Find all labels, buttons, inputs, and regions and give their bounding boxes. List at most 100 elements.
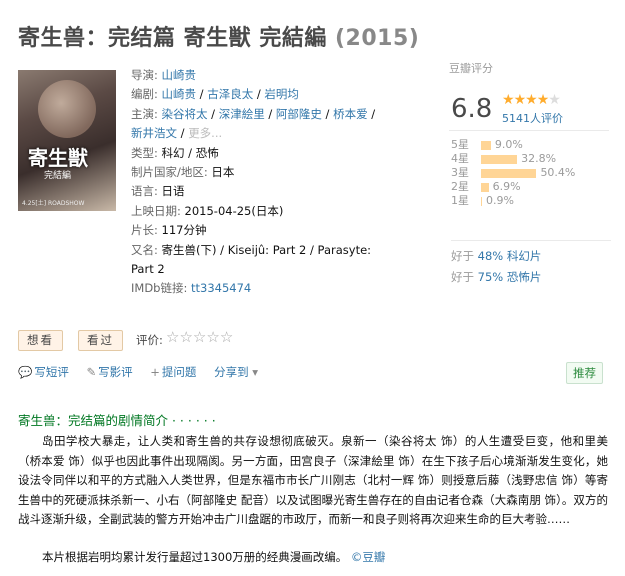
rating-bar-percent: 6.9% bbox=[492, 180, 521, 193]
rating-score: 6.8 bbox=[451, 94, 493, 124]
star-outline-icon[interactable]: ☆ bbox=[193, 328, 206, 346]
summary-note-text: 本片根据岩明均累计发行量超过1300万册的经典漫画改编。 bbox=[42, 550, 348, 564]
comment-icon: 💬 bbox=[18, 365, 33, 379]
better-than-link[interactable]: 75% 恐怖片 bbox=[478, 270, 542, 284]
release-row: 上映日期: 2015-04-25(日本) bbox=[131, 202, 377, 221]
rating-bar-fill bbox=[481, 169, 537, 178]
cast-link[interactable]: 桥本爱 bbox=[333, 107, 368, 121]
star-outline-icon[interactable]: ☆ bbox=[166, 328, 179, 346]
rating-bar-fill bbox=[481, 141, 491, 150]
country-value: 日本 bbox=[211, 165, 235, 180]
short-review-link[interactable]: 写短评 bbox=[34, 365, 69, 379]
rating-divider bbox=[449, 130, 609, 131]
review-link[interactable]: 写影评 bbox=[98, 365, 133, 379]
rating-bar-row: 4星 32.8% bbox=[451, 152, 611, 166]
poster-figure bbox=[38, 80, 96, 138]
runtime-value: 117分钟 bbox=[161, 223, 207, 238]
language-label: 语言: bbox=[131, 184, 158, 199]
action-bar: 💬 写短评 ✎ 写影评 + 提问题 分享到 ▾ bbox=[18, 364, 274, 380]
rating-count-link[interactable]: 5141人评价 bbox=[502, 110, 563, 126]
summary-text: 岛田学校大暴走，让人类和寄生兽的共存设想彻底破灭。泉新一（染谷将太 饰）的人生遭… bbox=[18, 434, 608, 526]
rate-label: 评价: bbox=[136, 333, 163, 347]
writer-link[interactable]: 岩明均 bbox=[264, 87, 299, 101]
writer-row: 编剧: 山崎贵 / 古泽良太 / 岩明均 bbox=[131, 87, 299, 102]
pencil-icon: ✎ bbox=[86, 365, 97, 379]
share-dropdown[interactable]: 分享到 bbox=[214, 365, 249, 379]
genre-value: 科幻 / 恐怖 bbox=[161, 145, 219, 160]
rating-bar-fill bbox=[481, 197, 482, 206]
better-than-row: 好于 48% 科幻片 bbox=[451, 246, 611, 267]
writer-link[interactable]: 古泽良太 bbox=[207, 87, 253, 101]
director-row: 导演: 山崎贵 bbox=[131, 66, 377, 85]
rating-bar-row: 3星 50.4% bbox=[451, 166, 611, 180]
better-than-prefix: 好于 bbox=[451, 249, 478, 263]
star-empty-icon: ★ bbox=[548, 92, 561, 108]
summary-note: 本片根据岩明均累计发行量超过1300万册的经典漫画改编。 ©豆瓣 bbox=[18, 548, 608, 567]
writer-link[interactable]: 山崎贵 bbox=[162, 87, 197, 101]
movie-name: 寄生兽：完结篇 寄生獣 完結編 bbox=[18, 26, 327, 51]
want-to-watch-button[interactable]: 想看 bbox=[18, 330, 63, 351]
cast-row: 主演: 染谷将太 / 深津絵里 / 阿部隆史 / 桥本爱 / bbox=[131, 106, 376, 121]
plus-icon: + bbox=[150, 365, 160, 379]
more-cast-link[interactable]: 更多... bbox=[188, 126, 222, 140]
star-icon: ★ bbox=[525, 92, 538, 108]
rating-bar-label: 4星 bbox=[451, 152, 469, 165]
douban-credit-link[interactable]: ©豆瓣 bbox=[351, 550, 386, 564]
star-outline-icon[interactable]: ☆ bbox=[179, 328, 192, 346]
imdb-link[interactable]: tt3345474 bbox=[191, 281, 251, 295]
aka-row: 又名: 寄生兽(下) / Kiseijû: Part 2 / Parasyte:… bbox=[131, 241, 377, 280]
watched-button[interactable]: 看过 bbox=[78, 330, 123, 351]
rating-bar-label: 5星 bbox=[451, 138, 469, 151]
cast-link[interactable]: 阿部隆史 bbox=[276, 107, 322, 121]
movie-year: (2015) bbox=[335, 26, 420, 51]
recommend-button[interactable]: 推荐 bbox=[566, 362, 603, 384]
language-row: 语言: 日语 bbox=[131, 182, 377, 201]
cast-row-2: 新井浩文 / 更多... bbox=[131, 126, 223, 141]
rating-bar-row: 1星 0.9% bbox=[451, 194, 611, 208]
ask-question-link[interactable]: 提问题 bbox=[162, 365, 197, 379]
rating-bar-label: 2星 bbox=[451, 180, 469, 193]
director-label: 导演: bbox=[131, 68, 158, 82]
director-link[interactable]: 山崎贵 bbox=[162, 68, 197, 82]
caret-down-icon[interactable]: ▾ bbox=[252, 365, 258, 379]
country-row: 制片国家/地区: 日本 bbox=[131, 163, 377, 182]
rating-bar-percent: 9.0% bbox=[494, 138, 523, 151]
writer-label: 编剧: bbox=[131, 87, 158, 102]
imdb-label: IMDb链接: bbox=[131, 281, 188, 296]
genre-label: 类型: bbox=[131, 145, 158, 160]
better-than-prefix: 好于 bbox=[451, 270, 478, 284]
rating-bar-row: 5星 9.0% bbox=[451, 138, 611, 152]
summary-title: 寄生兽：完结篇的剧情简介 · · · · · · bbox=[18, 413, 216, 428]
rating-bar-label: 1星 bbox=[451, 194, 469, 207]
movie-poster[interactable]: 寄生獣 完結編 4.25[土] ROADSHOW bbox=[18, 70, 116, 211]
half-star-icon: ★ bbox=[536, 92, 550, 108]
better-than: 好于 48% 科幻片 好于 75% 恐怖片 bbox=[451, 240, 611, 288]
star-icon: ★ bbox=[513, 92, 527, 108]
star-outline-icon[interactable]: ☆ bbox=[206, 328, 219, 346]
rating-bar-label: 3星 bbox=[451, 166, 469, 179]
rating-panel: 豆瓣评分 6.8 ★★★★★ 5141人评价 5星 9.0% 4星 32.8% 3星 50… bbox=[449, 60, 611, 284]
rating-bar-percent: 32.8% bbox=[521, 152, 557, 165]
cast-label: 主演: bbox=[131, 106, 158, 121]
movie-info: 导演: 山崎贵 编剧: 山崎贵 / 古泽良太 / 岩明均 主演: 染谷将太 / … bbox=[131, 66, 377, 299]
rating-bar-row: 2星 6.9% bbox=[451, 180, 611, 194]
star-outline-icon[interactable]: ☆ bbox=[220, 328, 233, 346]
cast-link[interactable]: 新井浩文 bbox=[131, 126, 177, 140]
rating-bar-percent: 0.9% bbox=[486, 194, 514, 207]
better-than-row: 好于 75% 恐怖片 bbox=[451, 267, 611, 288]
imdb-row: IMDb链接: tt3345474 bbox=[131, 279, 377, 298]
rating-distribution: 5星 9.0% 4星 32.8% 3星 50.4% 2星 6.9% 1星 0.9% bbox=[451, 138, 611, 208]
language-value: 日语 bbox=[161, 184, 185, 199]
rating-bar-fill bbox=[481, 155, 518, 164]
rate-stars-input[interactable]: ☆☆☆☆☆ bbox=[166, 328, 233, 346]
poster-title: 寄生獣 bbox=[28, 146, 88, 170]
release-label: 上映日期: bbox=[131, 203, 181, 218]
better-than-link[interactable]: 48% 科幻片 bbox=[478, 249, 542, 263]
genre-row: 类型: 科幻 / 恐怖 bbox=[131, 144, 377, 163]
runtime-row: 片长: 117分钟 bbox=[131, 221, 377, 240]
star-icon: ★ bbox=[502, 92, 515, 108]
cast-link[interactable]: 深津絵里 bbox=[219, 107, 265, 121]
cast-link[interactable]: 染谷将太 bbox=[162, 107, 208, 121]
rating-bar-fill bbox=[481, 183, 489, 192]
rating-stars: ★★★★★ bbox=[502, 92, 561, 108]
